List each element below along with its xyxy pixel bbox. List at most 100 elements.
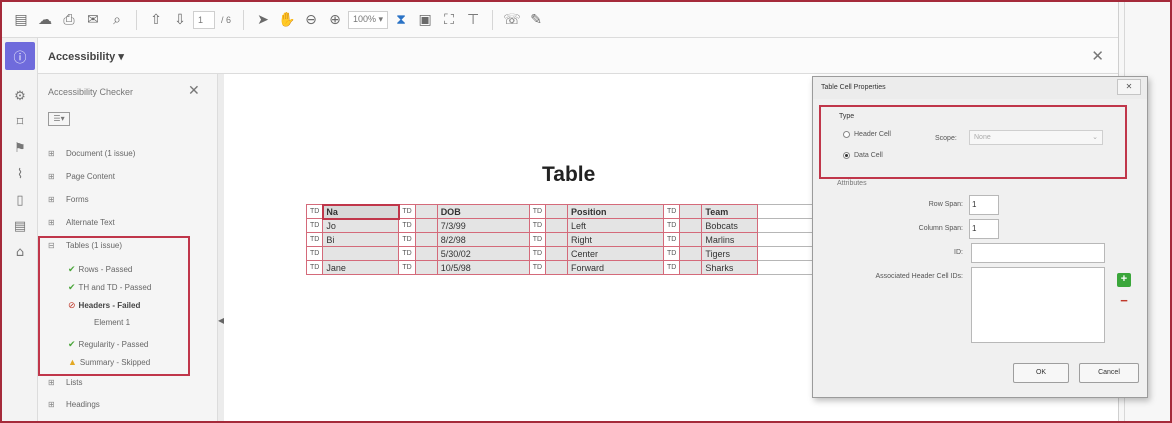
table-cell-selected[interactable]: Na xyxy=(321,203,400,220)
table-cell[interactable] xyxy=(414,204,438,219)
table-cell[interactable]: Right xyxy=(567,232,665,247)
column-span-field[interactable]: 1 xyxy=(969,219,999,239)
page-number-field[interactable]: 1 xyxy=(193,10,215,29)
table-cell[interactable] xyxy=(679,232,703,247)
scope-label: Scope: xyxy=(935,135,957,142)
td-tag: TD xyxy=(528,232,547,247)
table-cell[interactable] xyxy=(414,246,438,261)
previous-page-icon[interactable]: ⇧ xyxy=(145,9,167,31)
table-cell[interactable] xyxy=(679,260,703,275)
tree-item[interactable]: ⊞ Headings xyxy=(48,400,100,409)
close-icon[interactable]: ✕ xyxy=(188,82,200,99)
table-cell-empty xyxy=(757,204,819,219)
cancel-button[interactable]: Cancel xyxy=(1079,363,1139,383)
table-cell[interactable] xyxy=(414,218,438,233)
email-icon[interactable]: ✉ xyxy=(82,9,104,31)
td-tag: TD xyxy=(663,218,681,233)
table-cell[interactable]: 8/2/98 xyxy=(436,232,530,247)
toolbar-divider xyxy=(243,9,245,30)
page-view-icon[interactable]: ▣ xyxy=(414,9,436,31)
tree-item[interactable]: ⊞ Forms xyxy=(48,195,89,204)
table-cell-properties-dialog: Table Cell Properties ✕ Type Header Cell… xyxy=(812,76,1148,398)
data-cell-radio[interactable]: Data Cell xyxy=(843,152,883,159)
table-cell[interactable]: Forward xyxy=(567,260,665,275)
table-row: TD Bi TD 8/2/98 TD Right TD Marlins xyxy=(305,232,819,247)
bookmark-icon[interactable]: ⌑ xyxy=(10,112,30,132)
zoom-select[interactable]: 100% ▾ xyxy=(348,10,389,29)
order-icon[interactable]: ⚑ xyxy=(10,138,30,158)
close-icon[interactable]: ✕ xyxy=(1117,79,1141,95)
print-icon[interactable]: ⎙ xyxy=(58,9,80,31)
attachment-icon[interactable]: ⌇ xyxy=(10,164,30,184)
highlight-icon[interactable]: ⊤ xyxy=(462,9,484,31)
table-cell[interactable]: 5/30/02 xyxy=(436,246,530,261)
table-cell[interactable]: 10/5/98 xyxy=(436,260,530,275)
upload-icon[interactable]: ☁ xyxy=(34,9,56,31)
table-cell[interactable]: Jo xyxy=(322,218,400,233)
search-icon[interactable]: ⌕ xyxy=(106,9,128,31)
next-page-icon[interactable]: ⇩ xyxy=(169,9,191,31)
table-cell[interactable]: DOB xyxy=(436,204,530,219)
td-tag: TD xyxy=(663,204,681,219)
content-icon[interactable]: ▤ xyxy=(10,216,30,236)
table-cell[interactable]: Jane xyxy=(322,260,400,275)
table-cell[interactable] xyxy=(414,232,438,247)
create-icon[interactable]: ▤ xyxy=(10,9,32,31)
remove-icon[interactable]: − xyxy=(1117,294,1131,309)
td-tag: TD xyxy=(305,204,324,219)
tree-item[interactable]: ⊞ Alternate Text xyxy=(48,218,115,227)
dialog-titlebar[interactable]: Table Cell Properties ✕ xyxy=(813,77,1147,99)
accessibility-icon[interactable]: ⓘ xyxy=(5,42,35,70)
add-icon[interactable]: + xyxy=(1117,273,1131,287)
panel-title[interactable]: Accessibility ▾ xyxy=(48,50,124,63)
row-span-field[interactable]: 1 xyxy=(969,195,999,215)
table-row: TD TD 5/30/02 TD Center TD Tigers xyxy=(305,246,819,261)
table-cell[interactable]: Marlins xyxy=(701,232,759,247)
scope-select[interactable]: None ⌄ xyxy=(969,130,1103,145)
full-screen-icon[interactable]: ⛶ xyxy=(438,9,460,31)
table-cell[interactable] xyxy=(545,232,569,247)
select-tool-icon[interactable]: ➤ xyxy=(252,9,274,31)
table-cell[interactable] xyxy=(679,246,703,261)
tags-icon[interactable]: ⚙ xyxy=(10,86,30,106)
radio-icon xyxy=(843,131,850,138)
table-cell[interactable]: Left xyxy=(567,218,665,233)
table-cell[interactable]: Team xyxy=(701,204,759,219)
td-tag: TD xyxy=(528,246,547,261)
close-icon[interactable]: ✕ xyxy=(1091,47,1104,65)
document-title: Table xyxy=(542,163,596,186)
pen-icon[interactable]: ✎ xyxy=(525,9,547,31)
table-cell[interactable]: Bobcats xyxy=(701,218,759,233)
tag-icon[interactable]: ⌂ xyxy=(10,242,30,262)
tree-item[interactable]: ⊞ Lists xyxy=(48,378,82,387)
comment-icon[interactable]: ☏ xyxy=(501,9,523,31)
table-cell[interactable]: Center xyxy=(567,246,665,261)
table-cell[interactable] xyxy=(545,204,569,219)
tree-item[interactable]: ⊞ Page Content xyxy=(48,172,115,181)
hand-tool-icon[interactable]: ✋ xyxy=(276,9,298,31)
fit-page-icon[interactable]: ⧗ xyxy=(390,9,412,31)
table-cell[interactable] xyxy=(679,218,703,233)
ok-button[interactable]: OK xyxy=(1013,363,1069,383)
tree-item[interactable]: ⊞ Document (1 issue) xyxy=(48,149,135,158)
table-cell[interactable]: Position xyxy=(567,204,665,219)
table-cell[interactable]: 7/3/99 xyxy=(436,218,530,233)
table-cell[interactable] xyxy=(545,246,569,261)
id-field[interactable] xyxy=(971,243,1105,263)
table-cell[interactable] xyxy=(679,204,703,219)
page-thumbnails-icon[interactable]: ▯ xyxy=(10,190,30,210)
table-cell[interactable]: Tigers xyxy=(701,246,759,261)
table-cell[interactable]: Sharks xyxy=(701,260,759,275)
table-cell[interactable] xyxy=(322,246,400,261)
zoom-out-icon[interactable]: ⊖ xyxy=(300,9,322,31)
table-cell[interactable]: Bi xyxy=(322,232,400,247)
attributes-label: Attributes xyxy=(837,180,867,187)
associated-header-list[interactable] xyxy=(971,267,1105,343)
options-menu-icon[interactable]: ☰▾ xyxy=(48,112,70,126)
zoom-in-icon[interactable]: ⊕ xyxy=(324,9,346,31)
tables-issue-highlight xyxy=(38,236,190,376)
table-cell[interactable] xyxy=(545,218,569,233)
header-cell-radio[interactable]: Header Cell xyxy=(843,131,891,138)
table-cell[interactable] xyxy=(545,260,569,275)
table-cell[interactable] xyxy=(414,260,438,275)
